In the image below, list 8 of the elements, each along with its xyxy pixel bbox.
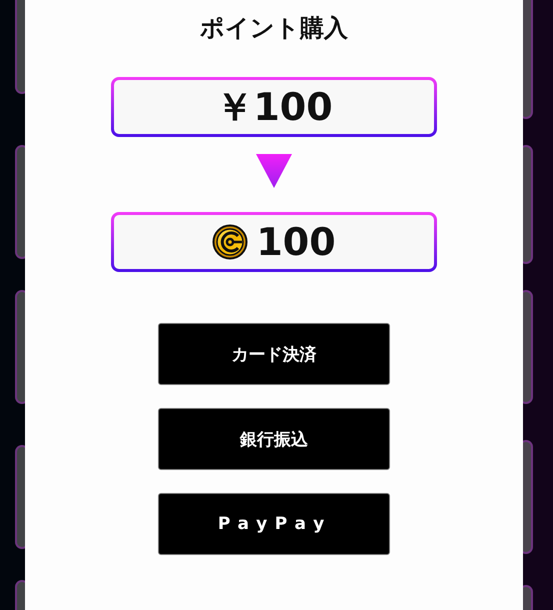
payment-button[interactable]: カード決済 (158, 323, 390, 385)
payment-button[interactable]: PayPay (158, 493, 390, 555)
coin-icon (212, 224, 248, 260)
down-triangle-icon (256, 154, 292, 188)
payment-button[interactable]: 銀行振込 (158, 408, 390, 470)
dialog-title: ポイント購入 (200, 13, 348, 44)
points-text: 100 (256, 220, 336, 264)
price-text: ￥100 (215, 84, 333, 130)
